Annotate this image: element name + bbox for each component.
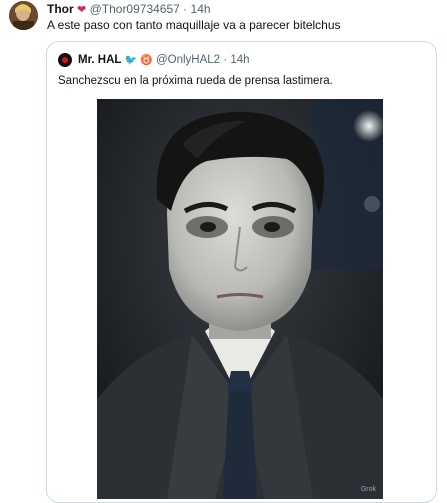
author-handle[interactable]: @Thor09734657 (90, 2, 180, 16)
quoted-tweet-header: Mr. HAL 🐦 ♉ @OnlyHAL2 · 14h (78, 52, 250, 69)
red-heart-icon: ❤ (77, 4, 87, 16)
image-watermark: Grok (360, 486, 376, 493)
author-name[interactable]: Thor (47, 2, 74, 16)
tweet-timestamp[interactable]: 14h (191, 2, 211, 16)
tweet-text: A este paso con tanto maquillaje va a pa… (47, 18, 341, 32)
quoted-tweet-text: Sanchezscu en la próxima rueda de prensa… (58, 75, 333, 87)
quoted-tweet[interactable]: Mr. HAL 🐦 ♉ @OnlyHAL2 · 14h Sanchezscu e… (46, 41, 437, 503)
portrait-illustration (97, 99, 383, 499)
taurus-icon: ♉ (140, 55, 153, 66)
quoted-tweet-image[interactable]: Grok (97, 99, 383, 499)
author-avatar[interactable] (9, 1, 38, 30)
avatar-image (9, 1, 38, 30)
tweet-header: Thor ❤ @Thor09734657 · 14h (47, 1, 211, 18)
header-separator: · (183, 2, 188, 16)
quoted-author-handle[interactable]: @OnlyHAL2 (156, 54, 220, 66)
quoted-author-avatar[interactable] (58, 53, 72, 67)
bird-icon: 🐦 (124, 55, 138, 66)
quoted-author-name[interactable]: Mr. HAL (78, 54, 121, 66)
quoted-header-separator: · (223, 54, 228, 66)
quoted-tweet-timestamp[interactable]: 14h (230, 54, 249, 66)
